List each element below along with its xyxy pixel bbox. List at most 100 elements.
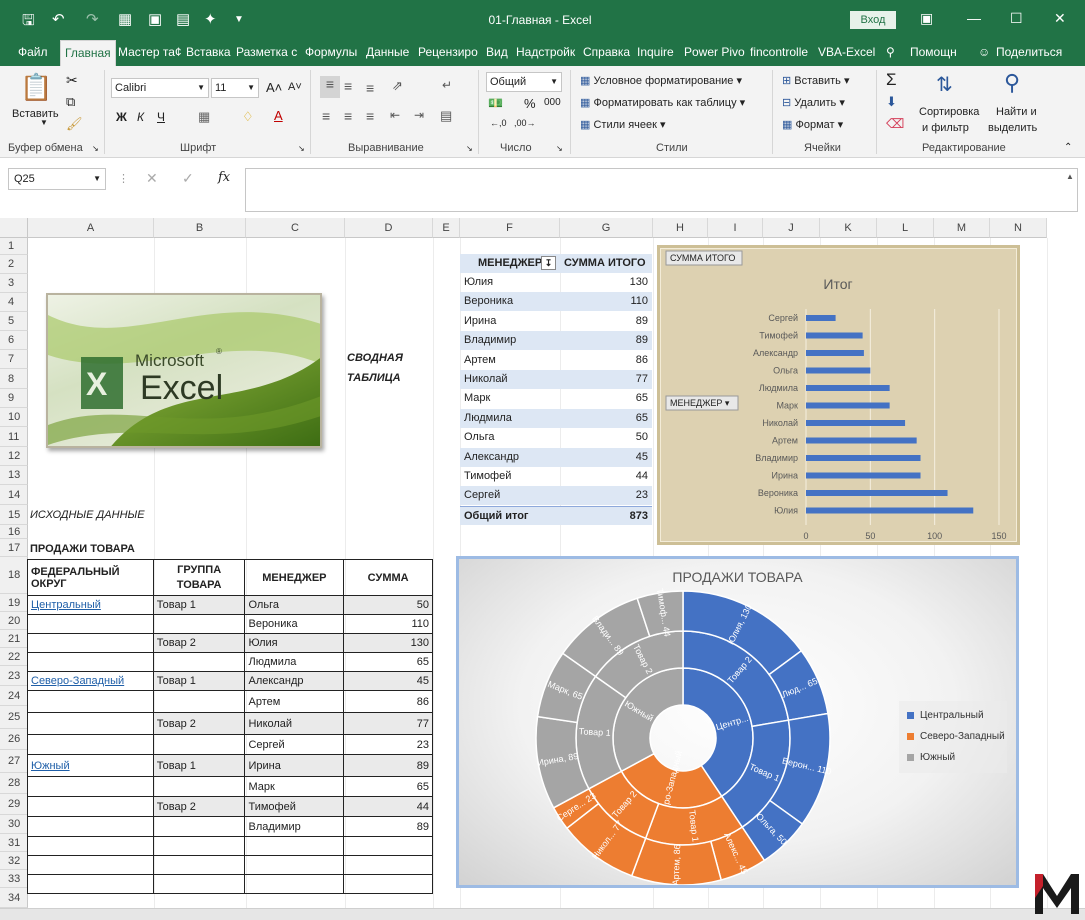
- row-header[interactable]: 3: [0, 274, 28, 293]
- minimize-icon[interactable]: —: [967, 10, 981, 26]
- insert-cells-button[interactable]: ⊞ Вставить ▾: [782, 74, 850, 87]
- copy-icon[interactable]: ⧉: [66, 94, 75, 110]
- increase-decimal-icon[interactable]: ←,0: [490, 118, 507, 128]
- pivot-row[interactable]: Сергей 23: [460, 486, 652, 506]
- column-header[interactable]: M: [934, 218, 990, 238]
- clipboard-launcher-icon[interactable]: ↘: [92, 144, 99, 153]
- align-right-icon[interactable]: ≡: [366, 108, 374, 124]
- pivot-row[interactable]: Людмила 65: [460, 408, 652, 428]
- increase-indent-icon[interactable]: ⇥: [414, 108, 424, 122]
- pivot-row[interactable]: Владимир 89: [460, 331, 652, 351]
- thousands-icon[interactable]: 000: [544, 97, 561, 108]
- row-header[interactable]: 2: [0, 255, 28, 274]
- column-header[interactable]: H: [653, 218, 708, 238]
- row-header[interactable]: 21: [0, 630, 28, 648]
- collapse-ribbon-icon[interactable]: ⌃: [1064, 142, 1072, 153]
- column-header[interactable]: E: [433, 218, 460, 238]
- wrap-text-icon[interactable]: ↵: [442, 78, 452, 92]
- maximize-icon[interactable]: ☐: [1010, 10, 1023, 27]
- fill-icon[interactable]: ⬇: [886, 94, 897, 110]
- find-select-icon[interactable]: ⚲: [1004, 70, 1020, 96]
- row-header[interactable]: 14: [0, 485, 28, 505]
- quick-access-form-icon[interactable]: ▣: [148, 10, 162, 28]
- row-header[interactable]: 6: [0, 331, 28, 350]
- tab-file[interactable]: Файл: [18, 40, 48, 66]
- align-middle-icon[interactable]: ≡: [344, 78, 352, 94]
- row-header[interactable]: 18: [0, 557, 28, 594]
- pivot-row[interactable]: Николай 77: [460, 370, 652, 389]
- row-header[interactable]: 22: [0, 648, 28, 666]
- column-header[interactable]: B: [154, 218, 246, 238]
- worksheet[interactable]: ABCDEFGHIJKLMN 1 2 3 4 5 6 7 8 9 10 11 12 13 14 15 16 17…: [0, 218, 1085, 908]
- row-header[interactable]: 12: [0, 447, 28, 466]
- pivot-row[interactable]: Ольга 50: [460, 428, 652, 447]
- row-header[interactable]: 4: [0, 293, 28, 312]
- ribbon-display-icon[interactable]: ▣: [920, 10, 933, 27]
- pivot-row[interactable]: Вероника 110: [460, 292, 652, 312]
- name-box[interactable]: Q25 ▼: [8, 168, 106, 190]
- row-header[interactable]: 32: [0, 852, 28, 870]
- number-launcher-icon[interactable]: ↘: [556, 144, 563, 153]
- row-header[interactable]: 7: [0, 350, 28, 369]
- format-painter-icon[interactable]: 🖌: [66, 116, 83, 132]
- sunburst-chart[interactable]: ПРОДАЖИ ТОВАРА Центр... Северо-Западный Юж…: [456, 556, 1019, 888]
- quick-access-table-icon[interactable]: ▤: [176, 10, 190, 28]
- share-button[interactable]: Поделиться: [996, 40, 1062, 66]
- cancel-entry-icon[interactable]: ✕: [146, 170, 158, 187]
- quick-access-grid-icon[interactable]: ▦: [118, 10, 132, 28]
- row-header[interactable]: 16: [0, 525, 28, 539]
- tab-review[interactable]: Рецензиро: [418, 40, 478, 66]
- district-cell[interactable]: Центральный: [27, 595, 154, 615]
- find-select-label-2[interactable]: выделить: [988, 122, 1037, 134]
- customize-quick-access-icon[interactable]: ▼: [234, 14, 244, 25]
- font-launcher-icon[interactable]: ↘: [298, 144, 305, 153]
- paste-button[interactable]: Вставить: [12, 108, 59, 120]
- tab-inquire[interactable]: Inquire: [637, 40, 674, 66]
- align-center-icon[interactable]: ≡: [344, 108, 352, 124]
- column-header[interactable]: L: [877, 218, 934, 238]
- row-header[interactable]: 33: [0, 870, 28, 888]
- tab-tell-me[interactable]: Помощн: [910, 40, 957, 66]
- format-as-table-button[interactable]: ▦ Форматировать как таблицу ▾: [580, 96, 745, 109]
- row-header[interactable]: 24: [0, 686, 28, 706]
- sort-filter-label-1[interactable]: Сортировка: [919, 106, 979, 118]
- row-header[interactable]: 1: [0, 238, 28, 255]
- align-top-icon[interactable]: ≡: [320, 76, 340, 98]
- pivot-row[interactable]: Артем 86: [460, 351, 652, 370]
- pivot-row[interactable]: Марк 65: [460, 389, 652, 408]
- column-header[interactable]: F: [460, 218, 560, 238]
- bold-button[interactable]: Ж: [116, 110, 127, 124]
- tab-master[interactable]: Мастер та¢: [118, 40, 182, 66]
- district-cell[interactable]: Южный: [27, 754, 154, 777]
- row-header[interactable]: 30: [0, 815, 28, 834]
- delete-cells-button[interactable]: ⊟ Удалить ▾: [782, 96, 845, 109]
- column-header[interactable]: N: [990, 218, 1047, 238]
- excel-logo-image[interactable]: X Microsoft ® Excel: [46, 293, 322, 448]
- pivot-row[interactable]: Ирина 89: [460, 312, 652, 331]
- row-header[interactable]: 15: [0, 505, 28, 525]
- row-header[interactable]: 34: [0, 888, 28, 908]
- close-icon[interactable]: ✕: [1054, 10, 1066, 27]
- underline-button[interactable]: Ч: [157, 110, 165, 124]
- save-icon[interactable]: 🖫: [22, 10, 35, 35]
- confirm-entry-icon[interactable]: ✓: [182, 170, 194, 187]
- pivot-row[interactable]: Александр 45: [460, 447, 652, 467]
- row-header[interactable]: 5: [0, 312, 28, 331]
- sort-filter-icon[interactable]: ⇅: [936, 72, 953, 97]
- tab-addins[interactable]: Надстройк: [516, 40, 575, 66]
- row-header[interactable]: 13: [0, 466, 28, 485]
- column-header[interactable]: I: [708, 218, 763, 238]
- redo-icon[interactable]: ↷: [86, 10, 99, 28]
- expand-formula-icon[interactable]: ▲: [1066, 172, 1074, 181]
- row-header[interactable]: 9: [0, 389, 28, 408]
- paste-dropdown-icon[interactable]: ▼: [40, 118, 48, 127]
- row-header[interactable]: 26: [0, 729, 28, 750]
- tab-formulas[interactable]: Формулы: [305, 40, 357, 66]
- row-header[interactable]: 20: [0, 612, 28, 630]
- column-header[interactable]: K: [820, 218, 877, 238]
- formula-input[interactable]: [245, 168, 1078, 212]
- cut-icon[interactable]: ✂: [66, 72, 78, 89]
- autosum-icon[interactable]: Σ: [886, 70, 897, 90]
- undo-icon[interactable]: ↶: [52, 10, 65, 28]
- column-header[interactable]: C: [246, 218, 345, 238]
